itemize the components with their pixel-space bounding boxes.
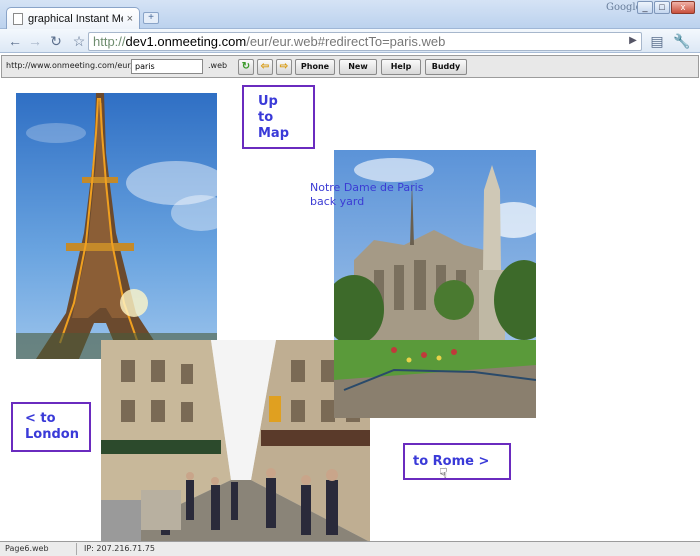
- base-url-label: http://www.onmeeting.com/eur/: [6, 61, 133, 70]
- paris-street-photo: [101, 340, 370, 542]
- to-rome-label: to Rome >: [413, 454, 489, 469]
- star-icon[interactable]: ☆: [70, 32, 88, 50]
- url-path: /eur/eur.web#redirectTo=paris.web: [246, 34, 445, 49]
- to-rome-link[interactable]: to Rome >: [403, 443, 511, 480]
- to-london-line2: London: [25, 427, 77, 443]
- up-to-map-line1: Up: [258, 94, 299, 110]
- maximize-button[interactable]: □: [654, 1, 670, 14]
- address-bar[interactable]: http://dev1.onmeeting.com/eur/eur.web#re…: [88, 32, 642, 51]
- url-scheme: http://: [93, 34, 126, 49]
- page-menu-icon[interactable]: ▤: [648, 32, 666, 50]
- forward-icon[interactable]: ⇨: [276, 59, 292, 75]
- extension-label: .web: [208, 61, 227, 70]
- tab-title: graphical Instant Mes...: [28, 13, 123, 25]
- tab-close-icon[interactable]: ×: [127, 13, 133, 25]
- back-arrow-icon[interactable]: ←: [6, 32, 24, 50]
- caption-line2: back yard: [310, 195, 423, 209]
- hand-cursor-icon: ☟: [439, 465, 448, 482]
- help-button[interactable]: Help: [381, 59, 421, 75]
- page-icon: [13, 13, 23, 25]
- to-london-line1: < to: [25, 411, 77, 427]
- eiffel-tower-photo: [16, 93, 217, 359]
- browser-tab[interactable]: graphical Instant Mes... ×: [6, 7, 140, 29]
- page-content: Up to Map < to London to Rome > Notre Da…: [0, 79, 700, 541]
- status-ip: IP: 207.216.71.75: [84, 542, 155, 556]
- back-icon[interactable]: ⇦: [257, 59, 273, 75]
- up-to-map-line2: to Map: [258, 110, 299, 142]
- url-host: dev1.onmeeting.com: [126, 34, 247, 49]
- browser-toolbar: ← → ↻ ☆ http://dev1.onmeeting.com/eur/eu…: [0, 29, 700, 53]
- close-window-button[interactable]: x: [671, 1, 695, 14]
- up-to-map-link[interactable]: Up to Map: [242, 85, 315, 149]
- buddy-button[interactable]: Buddy: [425, 59, 467, 75]
- phone-button[interactable]: Phone: [295, 59, 335, 75]
- status-bar: Page6.web IP: 207.216.71.75: [0, 541, 700, 556]
- reload-icon[interactable]: ↻: [47, 32, 65, 50]
- go-arrow-icon[interactable]: ▶: [628, 33, 638, 49]
- new-tab-button[interactable]: +: [143, 12, 159, 24]
- wrench-menu-icon[interactable]: 🔧: [673, 32, 691, 50]
- app-toolbar: http://www.onmeeting.com/eur/ .web ↻ ⇦ ⇨…: [1, 55, 699, 78]
- status-page: Page6.web: [5, 542, 49, 556]
- to-london-link[interactable]: < to London: [11, 402, 91, 452]
- forward-arrow-icon[interactable]: →: [26, 32, 44, 50]
- photo-caption: Notre Dame de Paris back yard: [310, 181, 423, 209]
- refresh-icon[interactable]: ↻: [238, 59, 254, 75]
- status-divider: [76, 543, 77, 555]
- browser-titlebar: graphical Instant Mes... × + Google _ □ …: [0, 0, 700, 29]
- caption-line1: Notre Dame de Paris: [310, 181, 423, 195]
- city-input[interactable]: [131, 59, 203, 74]
- minimize-button[interactable]: _: [637, 1, 653, 14]
- new-button[interactable]: New: [339, 59, 377, 75]
